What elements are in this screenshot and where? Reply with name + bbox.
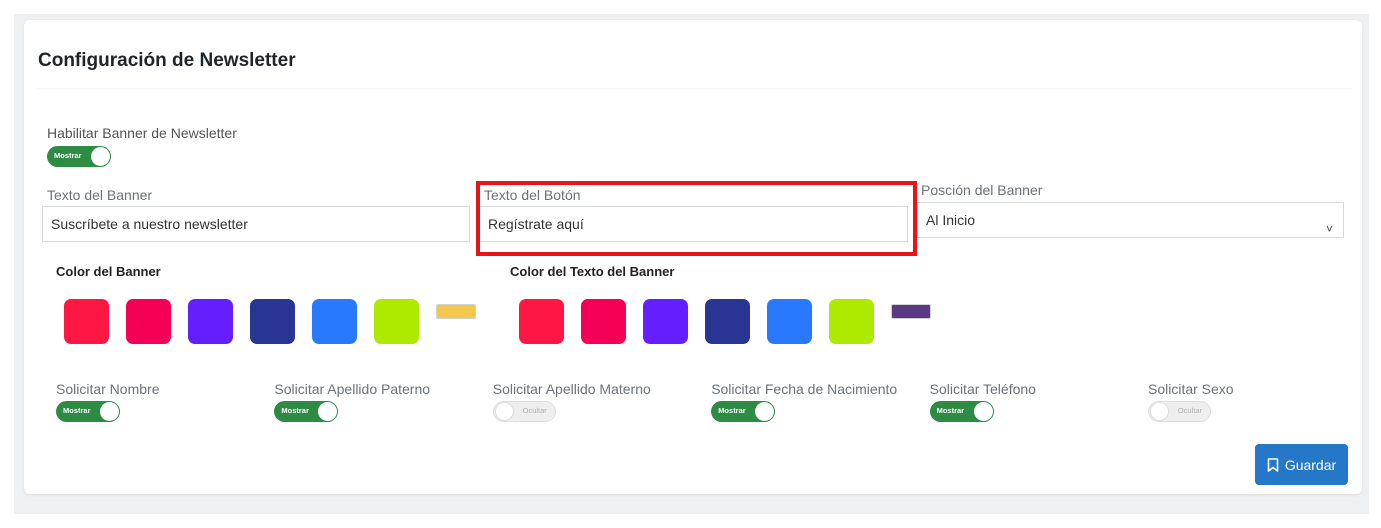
save-button[interactable]: Guardar bbox=[1255, 444, 1348, 485]
color-swatch[interactable] bbox=[767, 299, 812, 344]
field-label: Solicitar Sexo bbox=[1148, 381, 1234, 397]
field-label: Solicitar Apellido Materno bbox=[492, 381, 651, 397]
field-toggle[interactable]: Ocultar bbox=[492, 401, 556, 422]
banner-text-label: Texto del Banner bbox=[47, 187, 153, 203]
color-swatch[interactable] bbox=[250, 299, 295, 344]
toggle-knob bbox=[318, 402, 338, 421]
field-toggle[interactable]: Mostrar bbox=[929, 401, 994, 422]
color-swatch[interactable] bbox=[64, 299, 109, 344]
banner-position-label: Posción del Banner bbox=[921, 182, 1043, 198]
chevron-down-icon: ˅ bbox=[1325, 222, 1333, 236]
toggle-knob bbox=[755, 402, 775, 421]
color-swatch[interactable] bbox=[312, 299, 357, 344]
toggle-state-text: Mostrar bbox=[281, 406, 309, 415]
banner-position-select[interactable]: Al Inicio ˅ bbox=[917, 202, 1344, 238]
field-label: Solicitar Fecha de Nacimiento bbox=[711, 381, 898, 397]
selected-color-swatch[interactable] bbox=[891, 304, 931, 319]
color-swatch[interactable] bbox=[705, 299, 750, 344]
highlight-box bbox=[476, 181, 917, 256]
color-swatch[interactable] bbox=[188, 299, 233, 344]
banner-text-color-label: Color del Texto del Banner bbox=[510, 264, 675, 279]
toggle-knob bbox=[100, 402, 119, 421]
enable-banner-label: Habilitar Banner de Newsletter bbox=[47, 125, 237, 141]
field-toggle[interactable]: Mostrar bbox=[56, 401, 120, 422]
page-title: Configuración de Newsletter bbox=[38, 50, 296, 71]
title-divider bbox=[36, 88, 1352, 90]
color-swatch[interactable] bbox=[643, 299, 688, 344]
banner-color-label: Color del Banner bbox=[56, 264, 161, 279]
toggle-state-text: Mostrar bbox=[54, 151, 82, 160]
toggle-state-text: Ocultar bbox=[522, 406, 547, 415]
save-button-label: Guardar bbox=[1284, 456, 1337, 473]
color-swatch[interactable] bbox=[374, 299, 419, 344]
banner-position-value: Al Inicio bbox=[926, 212, 976, 228]
field-label: Solicitar Nombre bbox=[56, 381, 160, 397]
toggle-state-text: Mostrar bbox=[936, 406, 965, 415]
field-toggle[interactable]: Ocultar bbox=[1148, 401, 1211, 422]
bookmark-icon bbox=[1267, 457, 1279, 472]
toggle-knob bbox=[91, 147, 110, 166]
toggle-state-text: Ocultar bbox=[1177, 406, 1202, 415]
toggle-knob bbox=[973, 402, 993, 421]
toggle-knob bbox=[1150, 402, 1169, 421]
settings-card bbox=[24, 20, 1362, 494]
field-toggle[interactable]: Mostrar bbox=[274, 401, 339, 422]
enable-banner-toggle[interactable]: Mostrar bbox=[47, 146, 111, 167]
field-label: Solicitar Apellido Paterno bbox=[274, 381, 431, 397]
toggle-knob bbox=[494, 402, 514, 421]
field-label: Solicitar Teléfono bbox=[929, 381, 1036, 397]
color-swatch[interactable] bbox=[829, 299, 874, 344]
selected-color-swatch[interactable] bbox=[436, 304, 476, 319]
toggle-state-text: Mostrar bbox=[63, 406, 91, 415]
color-swatch[interactable] bbox=[126, 299, 171, 344]
field-toggle[interactable]: Mostrar bbox=[711, 401, 776, 422]
color-swatch[interactable] bbox=[519, 299, 564, 344]
toggle-state-text: Mostrar bbox=[718, 406, 746, 415]
color-swatch[interactable] bbox=[581, 299, 626, 344]
banner-text-input[interactable]: Suscríbete a nuestro newsletter bbox=[42, 206, 470, 242]
